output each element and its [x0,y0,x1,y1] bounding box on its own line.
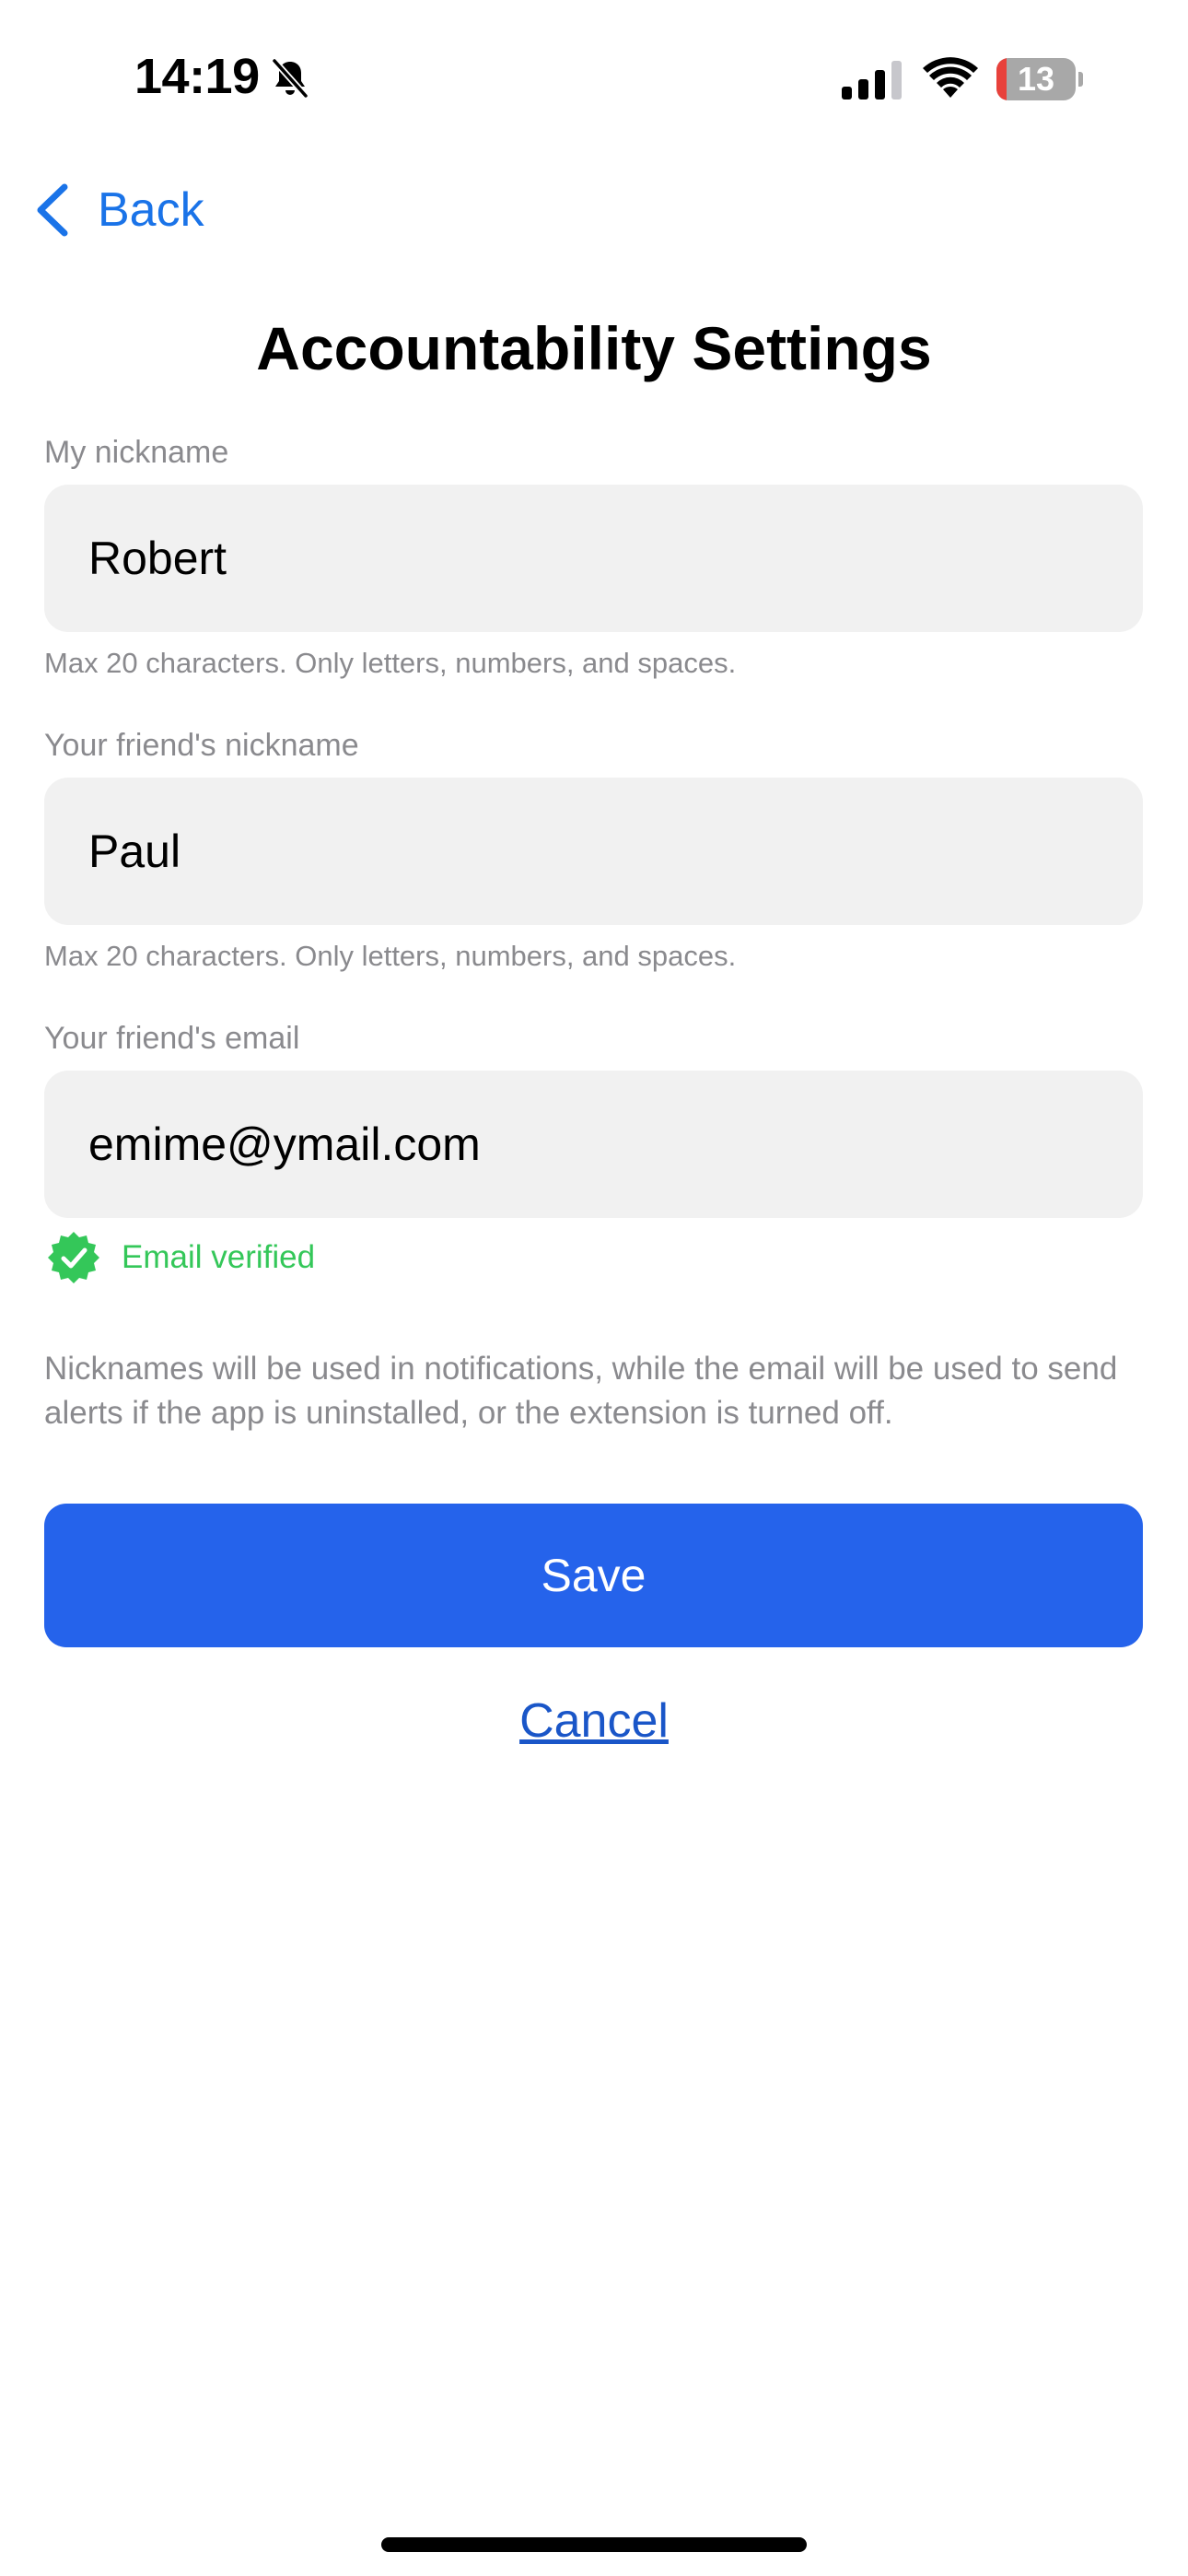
my-nickname-label: My nickname [44,435,229,470]
save-button[interactable]: Save [44,1504,1143,1647]
verified-badge-icon [48,1232,99,1283]
battery-percent: 13 [1017,60,1055,98]
email-verified-status: Email verified [46,1230,315,1285]
status-time: 14:19 [134,49,260,104]
wifi-icon [923,57,978,98]
back-label: Back [98,183,204,237]
chevron-left-icon [37,183,68,237]
friend-email-label: Your friend's email [44,1021,300,1056]
status-bar: 14:19 13 [0,0,1188,161]
friend-nickname-input[interactable] [44,778,1143,925]
friend-email-input[interactable] [44,1071,1143,1218]
my-nickname-hint: Max 20 characters. Only letters, numbers… [44,647,737,679]
home-indicator [381,2537,807,2552]
cancel-link[interactable]: Cancel [0,1693,1188,1749]
accountability-settings-screen: 14:19 13 Back Accountability Settings My… [0,0,1188,2576]
page-title: Accountability Settings [256,314,932,382]
info-text: Nicknames will be used in notifications,… [44,1351,1118,1431]
friend-nickname-label: Your friend's nickname [44,728,359,763]
battery-icon: 13 [996,58,1083,100]
my-nickname-input[interactable] [44,485,1143,632]
friend-nickname-hint: Max 20 characters. Only letters, numbers… [44,940,737,972]
back-button[interactable]: Back [33,177,204,243]
bell-slash-icon [272,58,309,99]
signal-icon [842,61,902,100]
email-verified-text: Email verified [122,1239,316,1275]
